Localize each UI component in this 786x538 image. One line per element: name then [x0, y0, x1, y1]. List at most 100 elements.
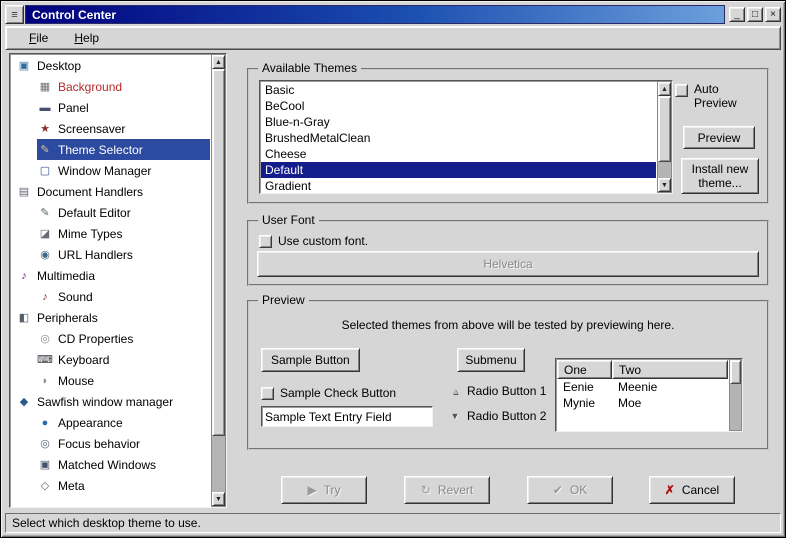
- ok-button: ✔OK: [527, 476, 613, 504]
- table-cell: Eenie: [557, 379, 612, 395]
- titlebar-gradient[interactable]: Control Center: [25, 5, 725, 24]
- auto-preview-checkbox-row[interactable]: Auto Preview: [675, 82, 761, 110]
- revert-button: ↻Revert: [404, 476, 490, 504]
- document-handlers-icon: ▤: [16, 185, 32, 198]
- preview-label: Preview: [258, 293, 309, 307]
- sidebar-item-desktop[interactable]: ▣Desktop: [16, 55, 210, 76]
- sidebar-item-appearance[interactable]: ●Appearance: [37, 412, 210, 433]
- sidebar-item-focus-behavior[interactable]: ◎Focus behavior: [37, 433, 210, 454]
- radio-button-2-label: Radio Button 2: [467, 409, 546, 423]
- sample-text-entry[interactable]: [261, 406, 433, 427]
- table-cell: Moe: [612, 395, 728, 411]
- sample-table: OneTwoEenieMeenieMynieMoe: [555, 358, 743, 432]
- sidebar-item-keyboard[interactable]: ⌨ Keyboard: [37, 349, 210, 370]
- maximize-button[interactable]: □: [747, 7, 763, 22]
- theme-item-brushedmetalclean[interactable]: BrushedMetalClean: [261, 130, 656, 146]
- scrollbar-thumb[interactable]: [730, 360, 741, 384]
- font-picker-button: Helvetica: [257, 251, 759, 277]
- action-buttons-row: ▶Try ↻Revert ✔OK ✗ Cancel: [237, 476, 779, 504]
- sidebar-scrollbar[interactable]: ▲ ▼: [211, 54, 226, 507]
- submenu-button[interactable]: Submenu: [457, 348, 525, 372]
- sidebar-item-document-handlers[interactable]: ▤Document Handlers: [16, 181, 210, 202]
- sidebar-item-panel[interactable]: ▬Panel: [37, 97, 210, 118]
- table-row[interactable]: EenieMeenie: [557, 379, 728, 395]
- sidebar-item-sawfish-window-manager[interactable]: ◆Sawfish window manager: [16, 391, 210, 412]
- scroll-down-icon[interactable]: ▼: [658, 178, 671, 192]
- action-button-label: Revert: [438, 483, 473, 497]
- menu-file[interactable]: File: [20, 28, 57, 48]
- preview-button[interactable]: Preview: [683, 126, 755, 149]
- sidebar-item-default-editor[interactable]: ✎Default Editor: [37, 202, 210, 223]
- themes-scrollbar[interactable]: ▲ ▼: [657, 81, 672, 193]
- install-new-theme-button[interactable]: Install new theme...: [681, 158, 759, 194]
- sample-checkbox[interactable]: [261, 387, 274, 400]
- scroll-up-icon[interactable]: ▲: [658, 82, 671, 96]
- sidebar-item-screensaver[interactable]: ★Screensaver: [37, 118, 210, 139]
- theme-item-blue-n-gray[interactable]: Blue-n-Gray: [261, 114, 656, 130]
- sidebar-item-multimedia[interactable]: ♪Multimedia: [16, 265, 210, 286]
- use-custom-font-checkbox[interactable]: [259, 235, 272, 248]
- multimedia-icon: ♪: [16, 270, 32, 282]
- sidebar-item-label: Keyboard: [58, 353, 109, 367]
- auto-preview-checkbox[interactable]: [675, 84, 688, 97]
- keyboard-icon: ⌨: [37, 353, 53, 366]
- sidebar-item-matched-windows[interactable]: ▣ Matched Windows: [37, 454, 210, 475]
- radio-button-1-row[interactable]: ▲ Radio Button 1: [449, 384, 546, 398]
- sidebar-item-url-handlers[interactable]: ◉URL Handlers: [37, 244, 210, 265]
- table-header-two[interactable]: Two: [612, 360, 728, 379]
- sidebar-item-peripherals[interactable]: ◧Peripherals: [16, 307, 210, 328]
- scroll-up-icon[interactable]: ▲: [212, 55, 225, 69]
- minimize-button[interactable]: _: [729, 7, 745, 22]
- scrollbar-thumb[interactable]: [212, 69, 225, 436]
- radio-down-indicator-icon[interactable]: ▼: [449, 411, 461, 421]
- close-button[interactable]: ×: [765, 7, 781, 22]
- sidebar-item-theme-selector[interactable]: ✎Theme Selector: [37, 139, 210, 160]
- cancel-icon: ✗: [665, 483, 675, 497]
- cd-icon: ◎: [37, 332, 53, 345]
- theme-item-basic[interactable]: Basic: [261, 82, 656, 98]
- sidebar-item-meta[interactable]: ◇Meta: [37, 475, 210, 496]
- theme-item-cheese[interactable]: Cheese: [261, 146, 656, 162]
- try-button: ▶Try: [281, 476, 367, 504]
- scrollbar-thumb[interactable]: [658, 96, 671, 162]
- focus-icon: ◎: [37, 437, 53, 450]
- sawfish-icon: ◆: [16, 395, 32, 408]
- ok-icon: ✔: [553, 483, 563, 497]
- window-menu-icon[interactable]: ≡: [5, 5, 24, 24]
- theme-item-default[interactable]: Default: [261, 162, 656, 178]
- table-cell: Meenie: [612, 379, 728, 395]
- sidebar-item-label: Matched Windows: [58, 458, 156, 472]
- sidebar-item-window-manager[interactable]: ▢Window Manager: [37, 160, 210, 181]
- theme-item-gradient[interactable]: Gradient: [261, 178, 656, 192]
- available-themes-frame: Available Themes BasicBeCoolBlue-n-GrayB…: [247, 68, 769, 204]
- sidebar-item-mouse[interactable]: ◗Mouse: [37, 370, 210, 391]
- table-row[interactable]: MynieMoe: [557, 395, 728, 411]
- url-handlers-icon: ◉: [37, 248, 53, 261]
- control-center-window: ≡ Control Center _□× File Help ▣Desktop▦B…: [0, 0, 786, 538]
- use-custom-font-row[interactable]: Use custom font.: [259, 234, 368, 248]
- sample-check-row[interactable]: Sample Check Button: [261, 386, 396, 400]
- menu-help[interactable]: Help: [65, 28, 108, 48]
- sidebar-item-label: Mime Types: [58, 227, 122, 241]
- theme-item-becool[interactable]: BeCool: [261, 98, 656, 114]
- sidebar-item-cd-properties[interactable]: ◎CD Properties: [37, 328, 210, 349]
- action-button-label: Cancel: [682, 483, 719, 497]
- matched-windows-icon: ▣: [37, 458, 53, 471]
- radio-up-indicator-icon[interactable]: ▲: [449, 386, 461, 396]
- appearance-sphere-icon: ●: [37, 417, 53, 429]
- scroll-down-icon[interactable]: ▼: [212, 492, 225, 506]
- sidebar-item-mime-types[interactable]: ◪Mime Types: [37, 223, 210, 244]
- sidebar-item-sound[interactable]: ♪Sound: [37, 286, 210, 307]
- titlebar-buttons: _□×: [725, 5, 781, 24]
- panel-icon: ▬: [37, 102, 53, 114]
- sidebar-item-background[interactable]: ▦Background: [37, 76, 210, 97]
- table-scrollbar[interactable]: [729, 359, 742, 431]
- sample-button[interactable]: Sample Button: [261, 348, 360, 372]
- sidebar-item-label: Peripherals: [37, 311, 98, 325]
- table-header-one[interactable]: One: [557, 360, 612, 379]
- radio-button-2-row[interactable]: ▼ Radio Button 2: [449, 409, 546, 423]
- screensaver-icon: ★: [37, 122, 53, 135]
- cancel-button[interactable]: ✗ Cancel: [649, 476, 735, 504]
- mouse-icon: ◗: [37, 375, 53, 387]
- preview-frame: Preview Selected themes from above will …: [247, 300, 769, 450]
